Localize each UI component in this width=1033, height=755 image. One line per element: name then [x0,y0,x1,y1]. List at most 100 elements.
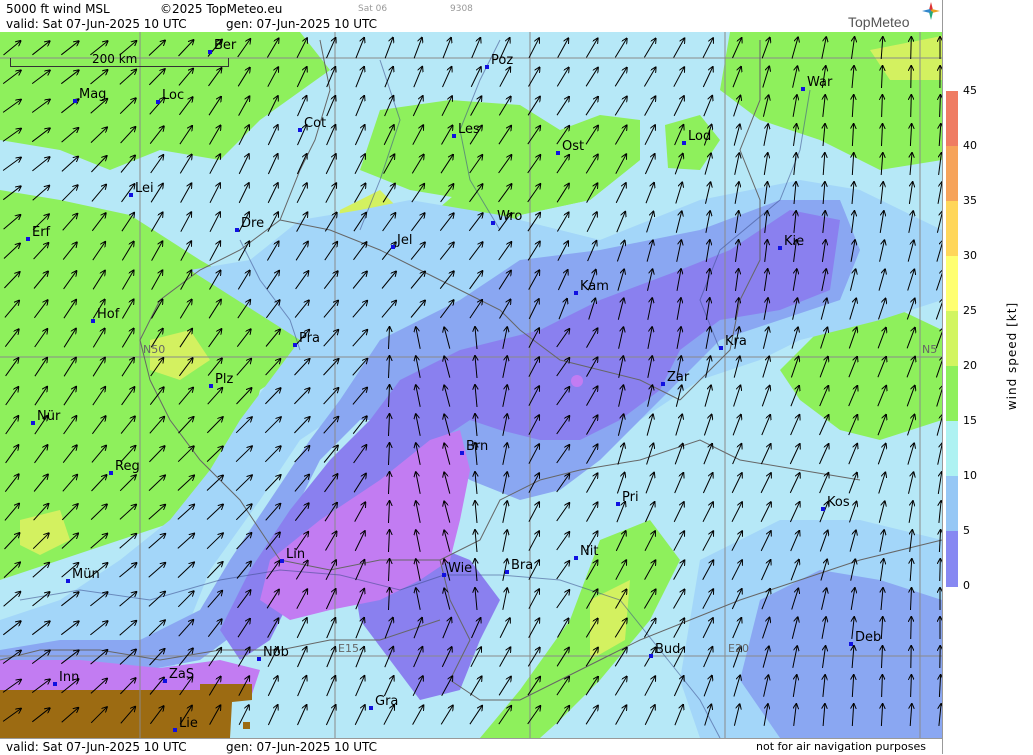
city-label: Les [458,122,480,137]
city-label: War [807,75,833,90]
legend-segment [946,476,958,532]
legend-segment [946,531,958,587]
city-label: Reg [115,459,140,474]
city-dot [452,134,456,138]
city-dot [31,421,35,425]
city-dot [66,579,70,583]
terrain-mask-spot [243,722,250,729]
city-dot [682,141,686,145]
city-marker-mün[interactable]: Mün [66,567,100,583]
city-label: Kos [827,495,850,510]
city-label: Pri [622,490,639,505]
city-dot [460,451,464,455]
city-dot [109,471,113,475]
grid-label-e15: E15 [338,642,359,656]
city-label: Lin [286,547,305,562]
wind-zone-purple-spot [571,375,583,387]
city-dot [235,228,239,232]
wind-arrow [940,559,941,581]
city-label: Wro [497,209,522,224]
city-label: Deb [855,630,881,645]
legend-tick-5: 5 [963,524,970,537]
city-dot [821,507,825,511]
city-label: Bud [655,642,680,657]
valid-time: valid: Sat 07-Jun-2025 10 UTC [6,17,187,31]
city-label: Inn [59,670,79,685]
wind-map-svg: Ber Poz War Mag Loc Cot Les Ost Lod Lei Dre Wro Erf J… [0,32,942,738]
topmeteo-logo: TopMeteo [848,14,909,30]
city-dot [505,570,509,574]
city-dot [257,657,261,661]
city-label: Erf [32,225,51,240]
city-label: Jel [396,233,412,248]
product-title: 5000 ft wind MSL [6,2,110,16]
wind-arrow [911,37,912,59]
city-dot [491,221,495,225]
legend-tick-0: 0 [963,579,970,592]
run-code: 9308 [450,4,473,14]
legend-tick-35: 35 [963,194,977,207]
city-label: Kie [784,234,804,249]
city-label: Hof [97,307,120,322]
city-dot [156,100,160,104]
city-label: Lei [135,181,154,196]
city-label: Cot [304,116,326,131]
city-label: Kra [725,334,747,349]
wind-map[interactable]: Ber Poz War Mag Loc Cot Les Ost Lod Lei Dre Wro Erf J… [0,32,942,738]
city-dot [26,237,30,241]
legend-segment [946,201,958,257]
city-dot [485,65,489,69]
legend-tick-30: 30 [963,249,977,262]
city-dot [73,99,77,103]
grid-label-n50-right: N5 [922,343,937,357]
legend-title: wind speed [kt] [1005,302,1019,410]
city-dot [293,343,297,347]
map-header: 5000 ft wind MSL ©2025 TopMeteo.eu Sat 0… [0,0,942,33]
city-label: Dre [241,216,264,231]
copyright-text: ©2025 TopMeteo.eu [160,2,282,16]
footer-valid-time: valid: Sat 07-Jun-2025 10 UTC [6,740,187,754]
city-dot [719,346,723,350]
city-label: Brn [466,439,488,454]
legend-segment [946,421,958,477]
day-tag: Sat 06 [358,4,387,14]
scale-bar-label: 200 km [92,52,137,66]
city-dot [209,384,213,388]
city-label: Ost [562,139,584,154]
city-dot [556,151,560,155]
city-dot [163,679,167,683]
city-dot [649,654,653,658]
city-label: Bra [511,558,533,573]
city-dot [391,245,395,249]
city-label: Lod [688,129,711,144]
legend-segment [946,91,958,147]
city-dot [91,319,95,323]
city-dot [442,573,446,577]
city-label: Kam [580,279,609,294]
city-dot [173,728,177,732]
city-label: Gra [375,694,398,709]
city-label: Pra [299,331,320,346]
footer-gen-time: gen: 07-Jun-2025 10 UTC [226,740,377,754]
disclaimer-text: not for air navigation purposes [756,740,926,754]
grid-label-e20: E20 [728,642,749,656]
map-footer: valid: Sat 07-Jun-2025 10 UTC gen: 07-Ju… [0,738,942,755]
city-dot [574,291,578,295]
legend-tick-15: 15 [963,414,977,427]
city-label: Mag [79,87,106,102]
city-label: Loc [162,88,184,103]
legend-tick-45: 45 [963,84,977,97]
city-marker-mag[interactable]: Mag [73,87,106,103]
city-dot [129,193,133,197]
city-dot [661,382,665,386]
wind-arrow [911,95,912,117]
city-dot [801,87,805,91]
city-label: Wie [448,561,472,576]
city-label: Ber [214,38,237,53]
city-marker-kam[interactable]: Kam [574,279,609,295]
grid-label-n50: N50 [143,343,165,357]
legend-tick-10: 10 [963,469,977,482]
city-label: Poz [491,53,513,68]
legend-segment [946,146,958,202]
city-label: ZaS [169,667,194,682]
